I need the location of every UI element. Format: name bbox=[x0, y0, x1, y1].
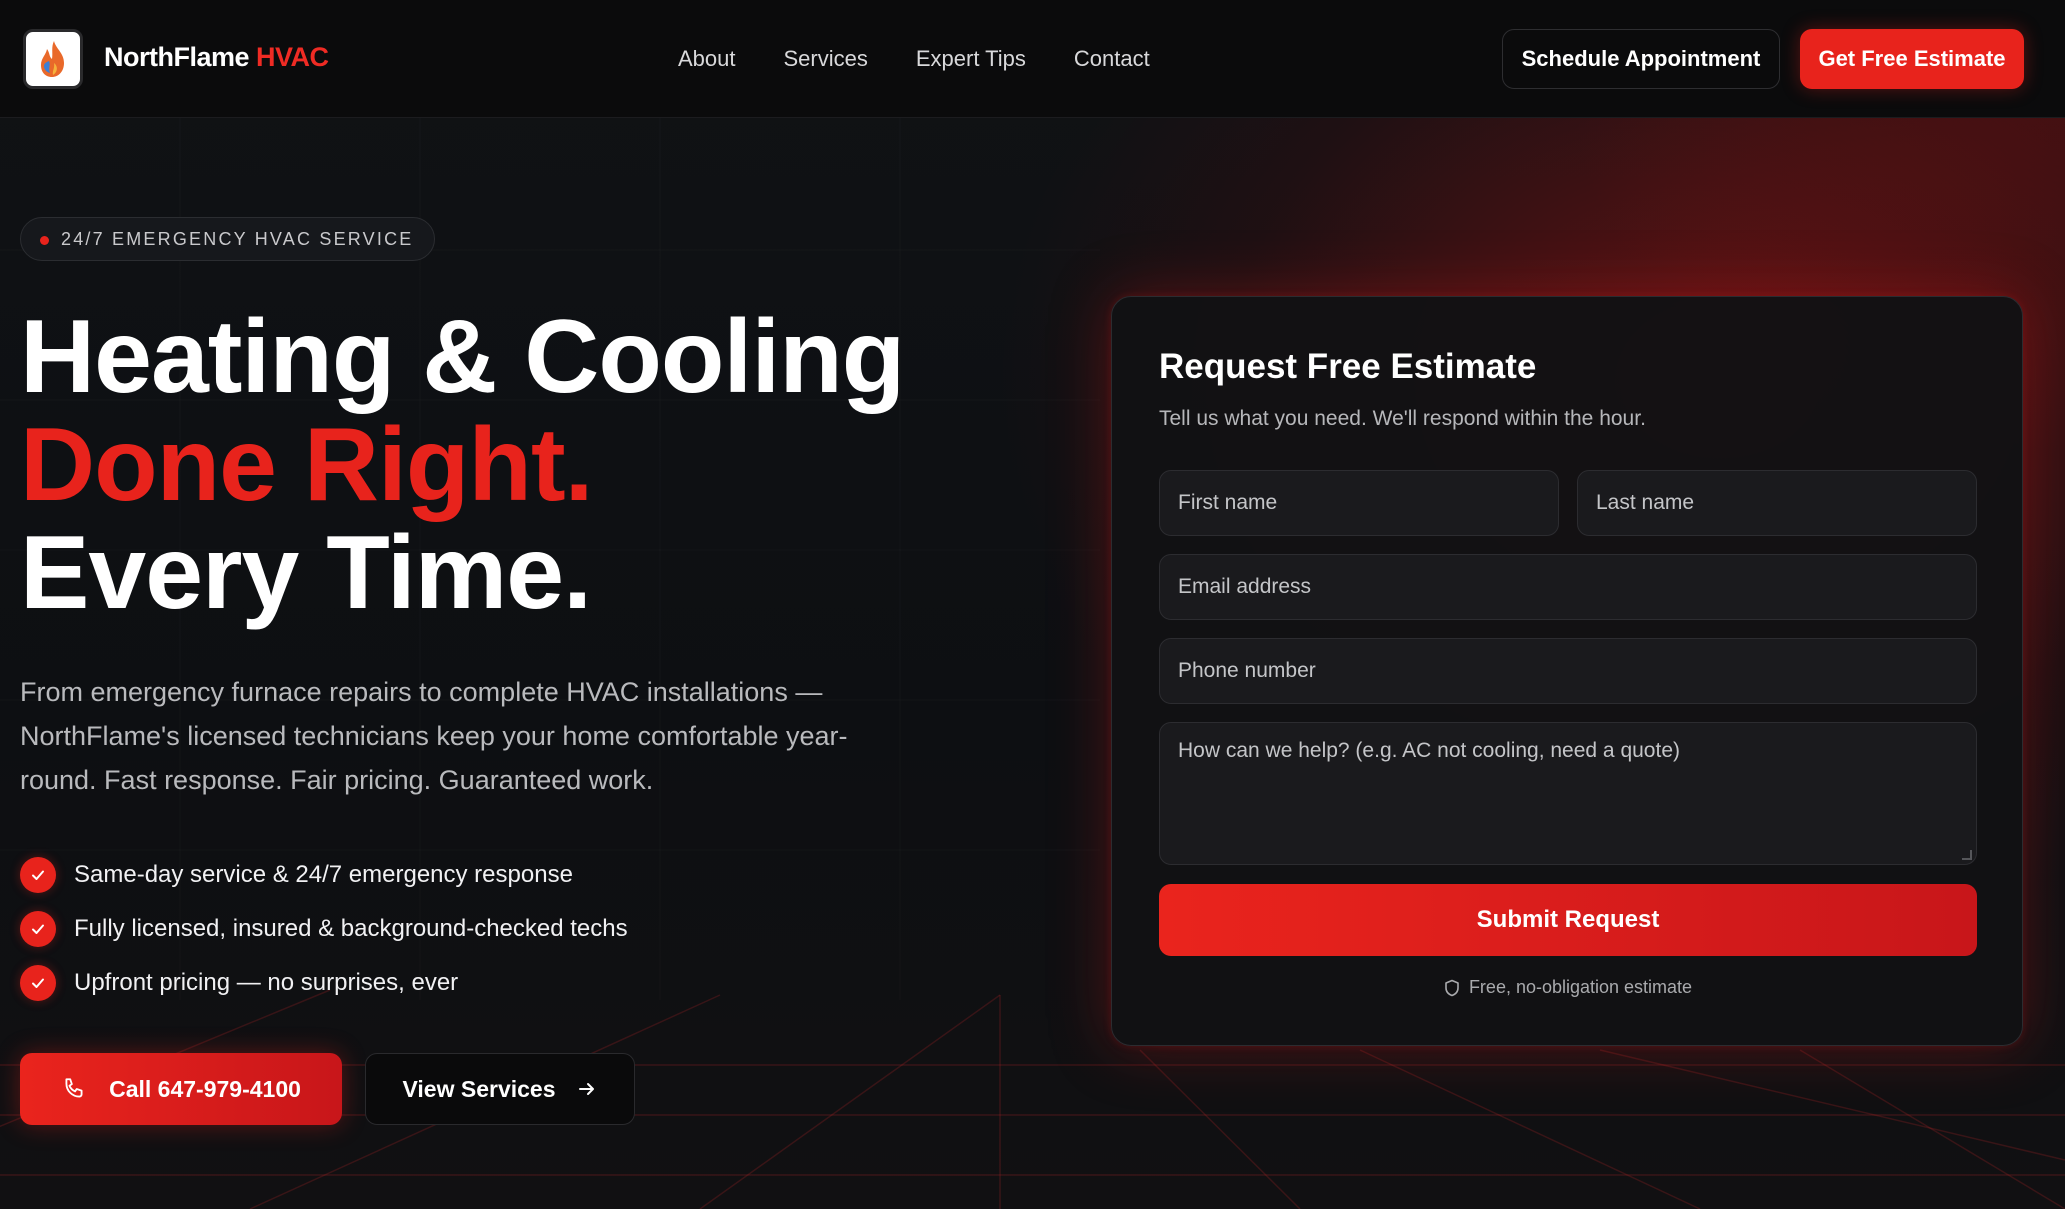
first-name-input[interactable]: First name bbox=[1159, 470, 1559, 536]
view-services-label: View Services bbox=[402, 1075, 556, 1102]
message-placeholder: How can we help? (e.g. AC not cooling, n… bbox=[1178, 739, 1680, 762]
form-title: Request Free Estimate bbox=[1159, 347, 1537, 386]
emergency-badge-text: 24/7 EMERGENCY HVAC SERVICE bbox=[61, 228, 414, 249]
site-header: NorthFlame HVAC About Services Expert Ti… bbox=[0, 0, 2065, 118]
nav-link-about[interactable]: About bbox=[678, 46, 736, 72]
feature-item: Fully licensed, insured & background-che… bbox=[20, 902, 628, 956]
brand-logo[interactable] bbox=[23, 29, 83, 89]
feature-list: Same-day service & 24/7 emergency respon… bbox=[20, 848, 628, 1010]
feature-item: Same-day service & 24/7 emergency respon… bbox=[20, 848, 628, 902]
phone-input[interactable]: Phone number bbox=[1159, 638, 1977, 704]
page: NorthFlame HVAC About Services Expert Ti… bbox=[0, 0, 2065, 1209]
call-button[interactable]: Call 647-979-4100 bbox=[20, 1053, 342, 1125]
feature-item: Upfront pricing — no surprises, ever bbox=[20, 956, 628, 1010]
headline-line-2: Done Right. bbox=[20, 407, 593, 523]
brand-name[interactable]: NorthFlame HVAC bbox=[104, 42, 329, 73]
submit-request-button[interactable]: Submit Request bbox=[1159, 884, 1977, 956]
resize-handle-icon[interactable] bbox=[1962, 850, 1972, 860]
form-note: Free, no-obligation estimate bbox=[1159, 977, 1977, 998]
phone-icon bbox=[61, 1076, 87, 1102]
feature-item-text: Same-day service & 24/7 emergency respon… bbox=[74, 861, 573, 888]
emergency-badge: 24/7 EMERGENCY HVAC SERVICE bbox=[20, 217, 435, 261]
brand-accent-text: HVAC bbox=[256, 42, 329, 72]
message-textarea[interactable]: How can we help? (e.g. AC not cooling, n… bbox=[1159, 722, 1977, 865]
feature-item-text: Upfront pricing — no surprises, ever bbox=[74, 969, 459, 996]
hero-description: From emergency furnace repairs to comple… bbox=[20, 677, 848, 795]
check-icon bbox=[20, 857, 56, 893]
check-icon bbox=[20, 965, 56, 1001]
form-note-text: Free, no-obligation estimate bbox=[1468, 977, 1693, 997]
estimate-form-card: Request Free Estimate Tell us what you n… bbox=[1111, 296, 2023, 1046]
headline-line-1: Heating & Cooling bbox=[20, 299, 905, 415]
call-button-label: Call 647-979-4100 bbox=[109, 1075, 301, 1102]
flame-logo-icon bbox=[41, 41, 64, 77]
main-nav: About Services Expert Tips Contact bbox=[678, 46, 1198, 72]
shield-icon bbox=[1444, 979, 1460, 997]
hero-headline: Heating & Cooling Done Right. Every Time… bbox=[20, 299, 905, 631]
arrow-right-icon bbox=[576, 1078, 598, 1100]
email-input[interactable]: Email address bbox=[1159, 554, 1977, 620]
get-free-estimate-button[interactable]: Get Free Estimate bbox=[1800, 29, 2024, 89]
nav-link-expert-tips[interactable]: Expert Tips bbox=[916, 46, 1026, 72]
brand-name-text: NorthFlame bbox=[104, 42, 250, 72]
nav-link-services[interactable]: Services bbox=[784, 46, 868, 72]
view-services-button[interactable]: View Services bbox=[365, 1053, 635, 1125]
last-name-input[interactable]: Last name bbox=[1577, 470, 1977, 536]
headline-line-3: Every Time. bbox=[20, 515, 592, 631]
check-icon bbox=[20, 911, 56, 947]
nav-link-contact[interactable]: Contact bbox=[1074, 46, 1150, 72]
schedule-appointment-button[interactable]: Schedule Appointment bbox=[1502, 29, 1780, 89]
form-subtitle: Tell us what you need. We'll respond wit… bbox=[1159, 407, 1646, 430]
feature-item-text: Fully licensed, insured & background-che… bbox=[74, 915, 628, 942]
status-dot-icon bbox=[40, 236, 49, 245]
